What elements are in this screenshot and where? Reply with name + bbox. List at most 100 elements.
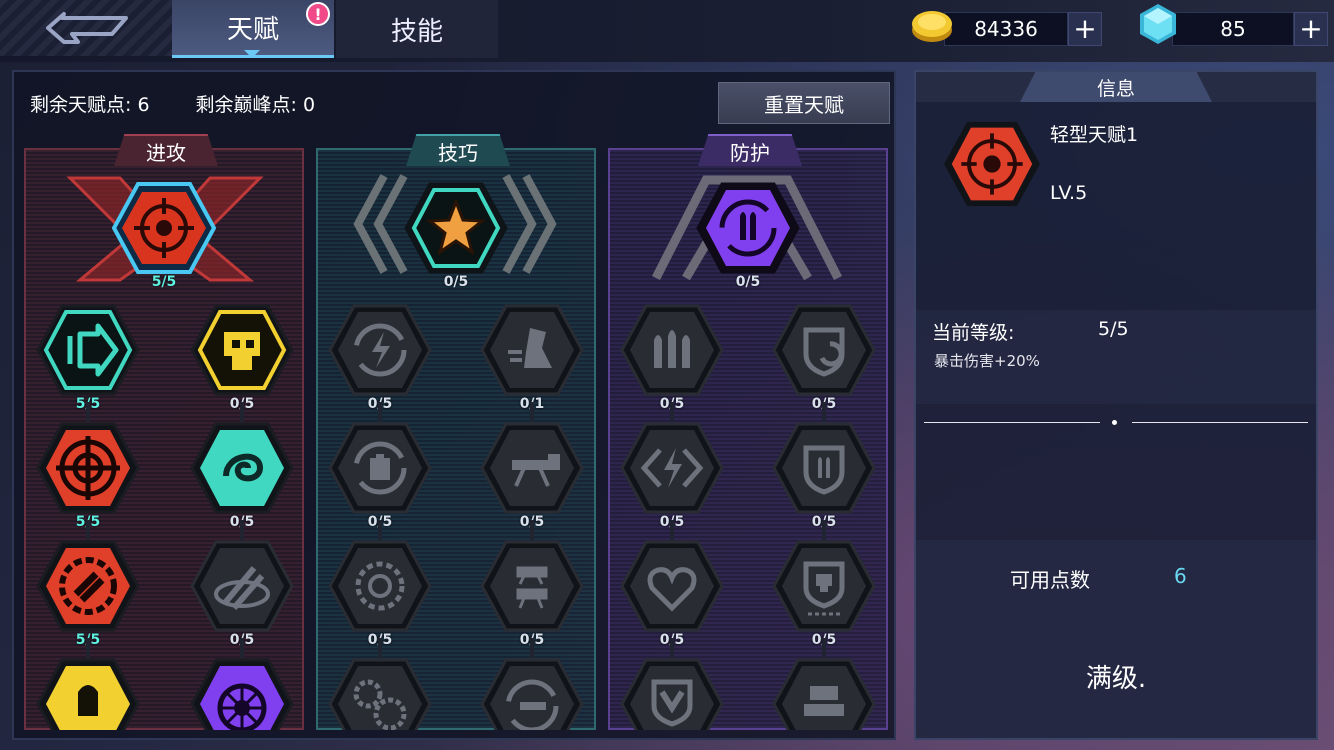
gem-counter: 85 + bbox=[1140, 4, 1328, 48]
attack-node-5[interactable]: 5/5 bbox=[36, 538, 140, 650]
talent-effect: 暴击伤害+20% bbox=[934, 352, 1040, 370]
current-level-label: 当前等级: bbox=[932, 322, 1015, 344]
connector bbox=[378, 402, 382, 422]
star-icon bbox=[404, 182, 508, 274]
defense-node-3[interactable]: 0/5 bbox=[620, 420, 724, 532]
available-points-label: 可用点数 bbox=[1010, 568, 1090, 592]
connector bbox=[530, 520, 534, 540]
attack-node-1[interactable]: 5/5 bbox=[36, 302, 140, 414]
back-button[interactable] bbox=[0, 0, 172, 56]
rockets-cycle-icon bbox=[696, 182, 800, 274]
defense-node-2[interactable]: 0/5 bbox=[772, 302, 876, 414]
lightning-diamond-icon bbox=[620, 422, 724, 514]
reset-talent-button[interactable]: 重置天赋 bbox=[718, 82, 890, 124]
tab-skill-label: 技能 bbox=[390, 16, 443, 47]
defense-node-6[interactable]: 0/5 bbox=[772, 538, 876, 650]
add-gems-button[interactable]: + bbox=[1294, 12, 1328, 46]
skull-shield-icon bbox=[772, 540, 876, 632]
defense-node-4[interactable]: 0/5 bbox=[772, 420, 876, 532]
connector bbox=[240, 638, 244, 658]
info-title: 信息 bbox=[1020, 72, 1212, 102]
skill-node-4[interactable]: 0/5 bbox=[480, 420, 584, 532]
connector bbox=[86, 520, 90, 540]
attack-node-7[interactable] bbox=[36, 656, 140, 730]
connector bbox=[530, 402, 534, 422]
top-bar: 天赋 ! 技能 84336 + 85 + bbox=[0, 0, 1334, 62]
v-shield-icon bbox=[620, 658, 724, 730]
attack-node-4[interactable]: 0/5 bbox=[190, 420, 294, 532]
tank-burst-icon bbox=[772, 658, 876, 730]
attack-node-6[interactable]: 0/5 bbox=[190, 538, 294, 650]
skill-top-level: 0/5 bbox=[443, 274, 469, 290]
skill-node-1[interactable]: 0/5 bbox=[328, 302, 432, 414]
coin-icon bbox=[912, 11, 952, 42]
talent-points-remaining: 剩余天赋点: 6 bbox=[30, 94, 150, 116]
rocket-shield-icon bbox=[772, 422, 876, 514]
skill-top-node[interactable]: 0/5 bbox=[404, 180, 508, 292]
gem-amount: 85 bbox=[1172, 12, 1294, 46]
gem-icon bbox=[1140, 4, 1176, 44]
connector bbox=[240, 402, 244, 422]
attack-node-8[interactable] bbox=[190, 656, 294, 730]
skill-node-6[interactable]: 0/5 bbox=[480, 538, 584, 650]
connector bbox=[530, 638, 534, 658]
current-level-section: 当前等级: 5/5 暴击伤害+20% bbox=[916, 310, 1316, 404]
connector bbox=[670, 402, 674, 422]
available-points-value: 6 bbox=[1174, 564, 1187, 588]
max-level-text: 满级. bbox=[1085, 664, 1147, 694]
tab-skill[interactable]: 技能 bbox=[336, 0, 498, 58]
defense-column-title: 防护 bbox=[698, 134, 802, 166]
connector bbox=[86, 402, 90, 422]
defense-node-7[interactable] bbox=[620, 656, 724, 730]
selected-talent-crosshair-icon bbox=[944, 121, 1040, 207]
dash-arrow-icon bbox=[36, 304, 140, 396]
twin-gears-icon bbox=[328, 658, 432, 730]
lightning-cycle-icon bbox=[328, 304, 432, 396]
turret-cycle-icon bbox=[480, 658, 584, 730]
skill-node-2[interactable]: 0/1 bbox=[480, 302, 584, 414]
swirl-icon bbox=[190, 422, 294, 514]
talent-level: LV.5 bbox=[1050, 182, 1088, 204]
peak-points-remaining: 剩余巅峰点: 0 bbox=[195, 94, 316, 116]
attack-column-title: 进攻 bbox=[114, 134, 218, 166]
add-coins-button[interactable]: + bbox=[1068, 12, 1102, 46]
attack-top-node[interactable]: 5/5 bbox=[112, 180, 216, 292]
info-header: 信息 bbox=[916, 72, 1316, 102]
crosshair-icon bbox=[112, 182, 216, 274]
points-row: 剩余天赋点: 6 剩余巅峰点: 0 bbox=[30, 90, 315, 117]
skill-node-3[interactable]: 0/5 bbox=[328, 420, 432, 532]
skill-node-7[interactable] bbox=[328, 656, 432, 730]
skill-node-5[interactable]: 0/5 bbox=[328, 538, 432, 650]
connector bbox=[670, 638, 674, 658]
attack-node-3[interactable]: 5/5 bbox=[36, 420, 140, 532]
divider bbox=[924, 422, 1100, 423]
defense-node-5[interactable]: 0/5 bbox=[620, 538, 724, 650]
divider bbox=[1132, 422, 1308, 423]
wheel-icon bbox=[190, 658, 294, 730]
battery-cycle-icon bbox=[328, 422, 432, 514]
skill-node-8[interactable] bbox=[480, 656, 584, 730]
target-icon bbox=[36, 422, 140, 514]
defense-top-node[interactable]: 0/5 bbox=[696, 180, 800, 292]
skull-icon bbox=[190, 304, 294, 396]
speed-boot-icon bbox=[480, 304, 584, 396]
talent-name: 轻型天赋1 bbox=[1050, 124, 1139, 146]
connector bbox=[670, 520, 674, 540]
tab-talent-label: 天赋 bbox=[226, 15, 279, 45]
connector bbox=[378, 520, 382, 540]
current-level-value: 5/5 bbox=[1098, 318, 1129, 340]
blades-icon bbox=[190, 540, 294, 632]
attack-node-2[interactable]: 0/5 bbox=[190, 302, 294, 414]
coin-amount: 84336 bbox=[944, 12, 1068, 46]
skill-column-title: 技巧 bbox=[406, 134, 510, 166]
heart-icon bbox=[620, 540, 724, 632]
connector bbox=[86, 638, 90, 658]
info-panel: 信息 轻型天赋1 LV.5 当前等级: 5/5 暴击伤害+20% 可用点数 6 … bbox=[914, 70, 1318, 740]
back-arrow-icon bbox=[46, 12, 128, 44]
defense-node-8[interactable] bbox=[772, 656, 876, 730]
coin-counter: 84336 + bbox=[912, 10, 1102, 48]
shell-burst-icon bbox=[36, 658, 140, 730]
connector bbox=[240, 520, 244, 540]
points-section: 可用点数 6 满级. bbox=[916, 540, 1316, 738]
defense-node-1[interactable]: 0/5 bbox=[620, 302, 724, 414]
